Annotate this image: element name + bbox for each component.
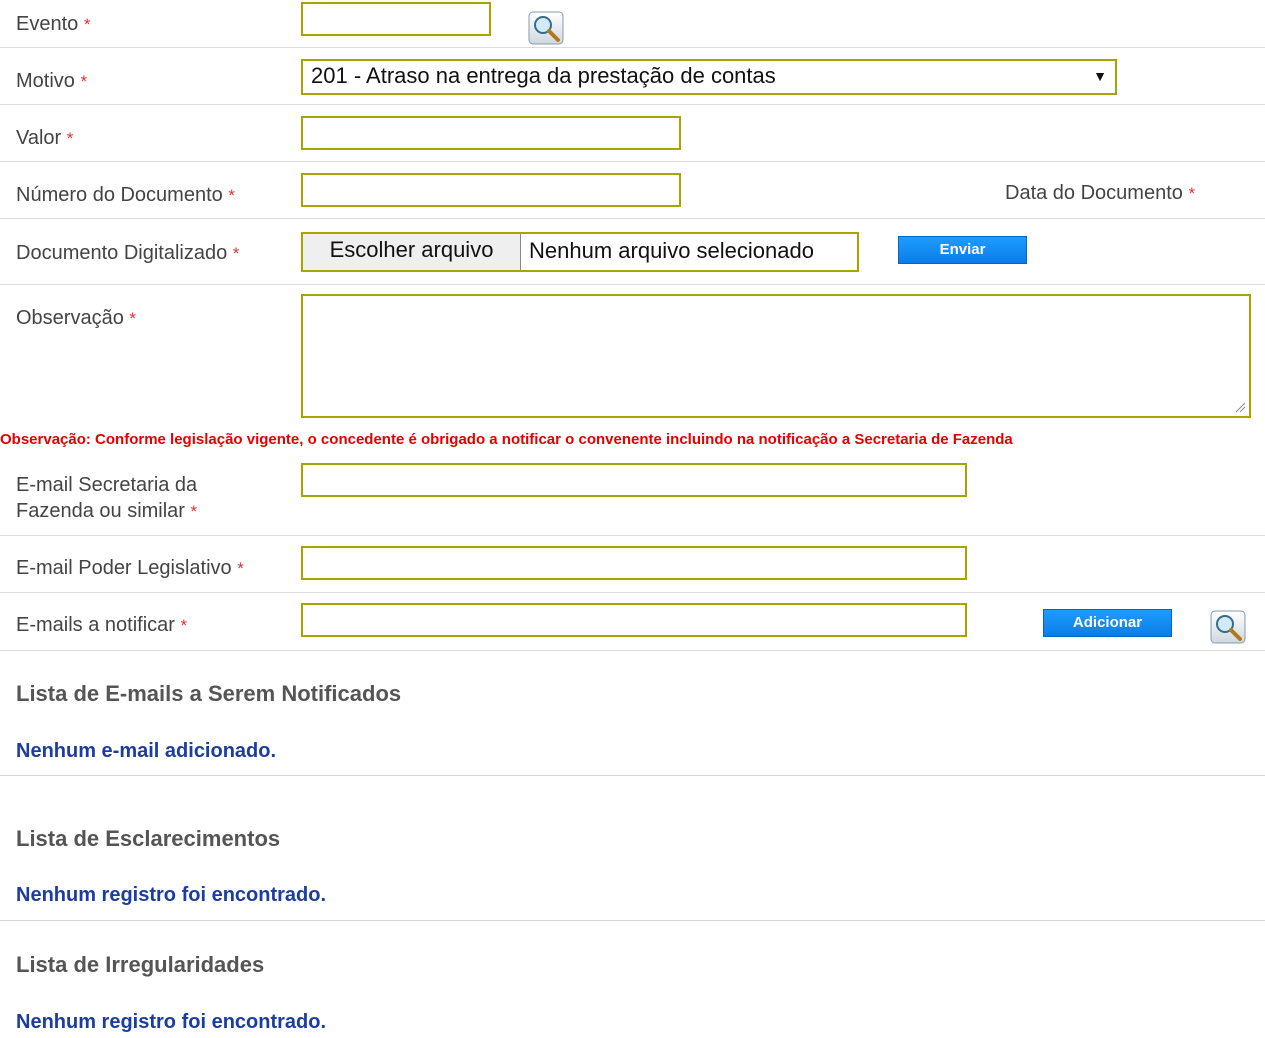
- dropdown-arrow-icon: ▼: [1093, 68, 1107, 84]
- motivo-label: Motivo *: [16, 70, 88, 92]
- valor-label: Valor *: [16, 127, 74, 149]
- legal-notice: Observação: Conforme legislação vigente,…: [0, 431, 1013, 448]
- documento-digitalizado-label: Documento Digitalizado *: [16, 242, 240, 264]
- choose-file-button[interactable]: Escolher arquivo: [303, 234, 521, 270]
- email-legislativo-input[interactable]: [301, 546, 967, 580]
- row-observacao: Observação *: [0, 285, 1265, 427]
- resize-grip-icon[interactable]: [1234, 401, 1246, 413]
- row-email-legislativo: E-mail Poder Legislativo *: [0, 536, 1265, 593]
- irregularidades-list-title: Lista de Irregularidades: [16, 952, 265, 977]
- enviar-button[interactable]: Enviar: [898, 236, 1027, 264]
- row-valor: Valor *: [0, 105, 1265, 162]
- row-email-fazenda: E-mail Secretaria da Fazenda ou similar …: [0, 452, 1265, 536]
- numero-documento-input[interactable]: [301, 173, 681, 207]
- row-documento-digitalizado: Documento Digitalizado * Escolher arquiv…: [0, 219, 1265, 285]
- emails-list-title: Lista de E-mails a Serem Notificados: [16, 681, 402, 706]
- file-status-text: Nenhum arquivo selecionado: [529, 238, 814, 263]
- irregularidades-empty-message: Nenhum registro foi encontrado.: [16, 1011, 327, 1033]
- evento-label: Evento *: [16, 13, 91, 35]
- email-fazenda-label: E-mail Secretaria da Fazenda ou similar …: [16, 474, 198, 522]
- email-legislativo-label: E-mail Poder Legislativo *: [16, 557, 244, 579]
- magnifier-icon[interactable]: [528, 11, 564, 45]
- observacao-label: Observação *: [16, 307, 137, 329]
- emails-list-empty-message: Nenhum e-mail adicionado.: [16, 740, 277, 762]
- row-evento: Evento *: [0, 0, 1265, 48]
- email-fazenda-input[interactable]: [301, 463, 967, 497]
- form-page: Evento * Motivo * 201 - Atraso na entreg…: [0, 0, 1265, 1038]
- row-emails-notificar: E-mails a notificar * Adicionar: [0, 593, 1265, 651]
- evento-input[interactable]: [301, 2, 491, 36]
- divider: [0, 775, 1265, 776]
- file-input[interactable]: Escolher arquivo Nenhum arquivo selecion…: [301, 232, 859, 272]
- numero-documento-label: Número do Documento *: [16, 184, 235, 206]
- valor-input[interactable]: [301, 116, 681, 150]
- esclarecimentos-empty-message: Nenhum registro foi encontrado.: [16, 884, 327, 906]
- emails-notificar-label: E-mails a notificar *: [16, 614, 188, 636]
- observacao-textarea[interactable]: [301, 294, 1251, 418]
- motivo-selected-value: 201 - Atraso na entrega da prestação de …: [311, 63, 776, 88]
- esclarecimentos-list-title: Lista de Esclarecimentos: [16, 826, 281, 851]
- magnifier-icon[interactable]: [1210, 610, 1246, 644]
- data-documento-label: Data do Documento *: [1005, 182, 1196, 204]
- emails-notificar-input[interactable]: [301, 603, 967, 637]
- row-motivo: Motivo * 201 - Atraso na entrega da pres…: [0, 48, 1265, 105]
- divider: [0, 920, 1265, 921]
- motivo-select[interactable]: 201 - Atraso na entrega da prestação de …: [301, 59, 1117, 95]
- row-numero-documento: Número do Documento * Data do Documento …: [0, 162, 1265, 219]
- adicionar-button[interactable]: Adicionar: [1043, 609, 1172, 637]
